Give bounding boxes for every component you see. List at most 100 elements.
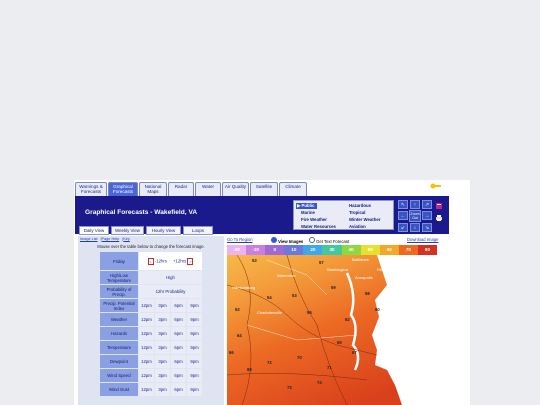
tab-graphical-forecasts[interactable]: Graphical Forecasts bbox=[108, 182, 138, 196]
subtab-loops[interactable]: Loops bbox=[183, 226, 213, 235]
time-cell[interactable]: 3pm bbox=[155, 341, 170, 354]
time-navigation: < -12hrs +12hrs > bbox=[139, 252, 202, 270]
time-cell[interactable]: 9pm bbox=[187, 383, 202, 396]
view-images-radio[interactable]: View Images bbox=[271, 237, 303, 244]
time-cell[interactable]: 9pm bbox=[187, 299, 202, 312]
time-cell[interactable]: 3pm bbox=[155, 369, 170, 382]
pan-southwest-button[interactable]: ↙ bbox=[398, 223, 408, 232]
prev-arrow-icon[interactable]: < bbox=[147, 257, 154, 265]
tab-warnings-forecasts[interactable]: Warnings & Forecasts bbox=[75, 182, 107, 196]
category-fire-weather[interactable]: Fire Weather bbox=[301, 217, 327, 222]
image-list-link[interactable]: Image List bbox=[80, 237, 98, 241]
time-cell[interactable]: 12pm bbox=[139, 313, 154, 326]
go-to-region-link[interactable]: Go To Region bbox=[227, 237, 253, 242]
category-public[interactable]: ▶ Public bbox=[296, 203, 318, 209]
scale-label: -20 bbox=[227, 245, 247, 255]
time-cell[interactable]: 9pm bbox=[187, 313, 202, 326]
pan-south-button[interactable]: ↓ bbox=[410, 223, 420, 232]
pan-northeast-button[interactable]: ↗ bbox=[422, 200, 432, 209]
time-cell[interactable]: 3pm bbox=[155, 327, 170, 340]
row-label-highlow: High/Low Temperature bbox=[100, 271, 138, 284]
time-cell[interactable]: 9pm bbox=[187, 341, 202, 354]
temp-label: 62 bbox=[345, 317, 350, 322]
highlow-high-cell[interactable]: High bbox=[139, 271, 202, 284]
tab-climate[interactable]: Climate bbox=[279, 182, 307, 196]
zoom-out-button[interactable]: Zoom Out bbox=[409, 210, 421, 222]
forecast-element-table: Friday < -12hrs +12hrs > High/Low Temper… bbox=[99, 251, 203, 397]
category-winter-weather[interactable]: Winter Weather bbox=[349, 217, 380, 222]
category-tropical[interactable]: Tropical bbox=[349, 210, 365, 215]
city-baltimore: Baltimore bbox=[352, 257, 369, 262]
category-water-resources[interactable]: Water Resources bbox=[301, 224, 336, 229]
temp-label: 60 bbox=[375, 307, 380, 312]
row-label-temperature: Temperature bbox=[100, 341, 138, 354]
time-cell[interactable]: 6pm bbox=[171, 369, 186, 382]
pop-12hr-cell[interactable]: 12hr Probability bbox=[139, 285, 202, 298]
pan-north-button[interactable]: ↑ bbox=[410, 200, 420, 209]
row-label-wind-gust: Wind Gust bbox=[100, 383, 138, 396]
next-12hrs-label[interactable]: +12hrs bbox=[173, 258, 186, 263]
forecast-map[interactable]: Warrenton Washington Baltimore Annapolis… bbox=[227, 255, 446, 405]
radio-selected-icon[interactable] bbox=[271, 237, 277, 243]
subtab-weekly-view[interactable]: Weekly View bbox=[111, 226, 144, 235]
time-cell[interactable]: 9pm bbox=[187, 355, 202, 368]
row-label-wind-speed: Wind Speed bbox=[100, 369, 138, 382]
time-cell[interactable]: 6pm bbox=[171, 299, 186, 312]
time-cell[interactable]: 6pm bbox=[171, 341, 186, 354]
time-cell[interactable]: 6pm bbox=[171, 327, 186, 340]
tab-national-maps[interactable]: National Maps bbox=[139, 182, 167, 196]
temp-label: 67 bbox=[352, 350, 357, 355]
radio-unselected-icon[interactable] bbox=[309, 237, 315, 243]
pan-northwest-button[interactable]: ↖ bbox=[398, 200, 408, 209]
tab-satellite[interactable]: Satellite bbox=[250, 182, 278, 196]
tab-water[interactable]: Water bbox=[195, 182, 221, 196]
page-help-link[interactable]: Page Help bbox=[102, 237, 120, 241]
time-cell[interactable]: 9pm bbox=[187, 327, 202, 340]
pan-east-button[interactable]: → bbox=[422, 211, 432, 220]
category-hazardous[interactable]: Hazardous bbox=[349, 203, 371, 208]
map-header: Go To Region View Images Get Text Foreca… bbox=[227, 236, 446, 245]
forecast-table-panel: Image List |Page Help |Key Mouse over the … bbox=[78, 236, 224, 405]
key-link[interactable]: Key bbox=[123, 237, 130, 241]
tab-radar[interactable]: Radar bbox=[168, 182, 194, 196]
scale-label: 80 bbox=[417, 245, 438, 255]
tab-air-quality[interactable]: Air Quality bbox=[222, 182, 249, 196]
city-washington: Washington bbox=[327, 267, 348, 272]
time-cell[interactable]: 3pm bbox=[155, 355, 170, 368]
panel-links: Image List |Page Help |Key bbox=[80, 237, 130, 241]
temp-label: 70 bbox=[297, 355, 302, 360]
print-icon[interactable] bbox=[435, 214, 443, 222]
time-cell[interactable]: 12pm bbox=[139, 369, 154, 382]
download-image-link[interactable]: Download Image bbox=[407, 237, 438, 242]
row-label-dewpoint: Dewpoint bbox=[100, 355, 138, 368]
time-cell[interactable]: 12pm bbox=[139, 341, 154, 354]
prev-12hrs-label[interactable]: -12hrs bbox=[155, 258, 167, 263]
scale-label: -10 bbox=[246, 245, 266, 255]
time-cell[interactable]: 12pm bbox=[139, 327, 154, 340]
category-aviation[interactable]: Aviation bbox=[349, 224, 366, 229]
time-cell[interactable]: 6pm bbox=[171, 383, 186, 396]
category-marine[interactable]: Marine bbox=[301, 210, 315, 215]
page-title: Graphical Forecasts - Wakefield, VA bbox=[85, 209, 198, 216]
scale-label: 20 bbox=[303, 245, 323, 255]
subtab-daily-view[interactable]: Daily View bbox=[79, 226, 109, 235]
scale-label: 60 bbox=[379, 245, 399, 255]
time-cell[interactable]: 3pm bbox=[155, 299, 170, 312]
time-cell[interactable]: 3pm bbox=[155, 313, 170, 326]
time-cell[interactable]: 3pm bbox=[155, 383, 170, 396]
city-warrenton: Warrenton bbox=[277, 273, 296, 278]
time-cell[interactable]: 12pm bbox=[139, 355, 154, 368]
time-cell[interactable]: 6pm bbox=[171, 313, 186, 326]
time-cell[interactable]: 6pm bbox=[171, 355, 186, 368]
time-cell[interactable]: 12pm bbox=[139, 383, 154, 396]
pan-southeast-button[interactable]: ↘ bbox=[422, 223, 432, 232]
get-text-forecast-radio[interactable]: Get Text Forecast bbox=[309, 237, 349, 244]
subtab-hourly-view[interactable]: Hourly View bbox=[146, 226, 181, 235]
next-arrow-icon[interactable]: > bbox=[187, 257, 194, 265]
book-icon[interactable] bbox=[435, 202, 443, 210]
time-cell[interactable]: 9pm bbox=[187, 369, 202, 382]
temp-label: 53 bbox=[292, 293, 297, 298]
time-cell[interactable]: 12pm bbox=[139, 299, 154, 312]
pan-west-button[interactable]: ← bbox=[398, 211, 408, 220]
scale-label: 30 bbox=[322, 245, 342, 255]
